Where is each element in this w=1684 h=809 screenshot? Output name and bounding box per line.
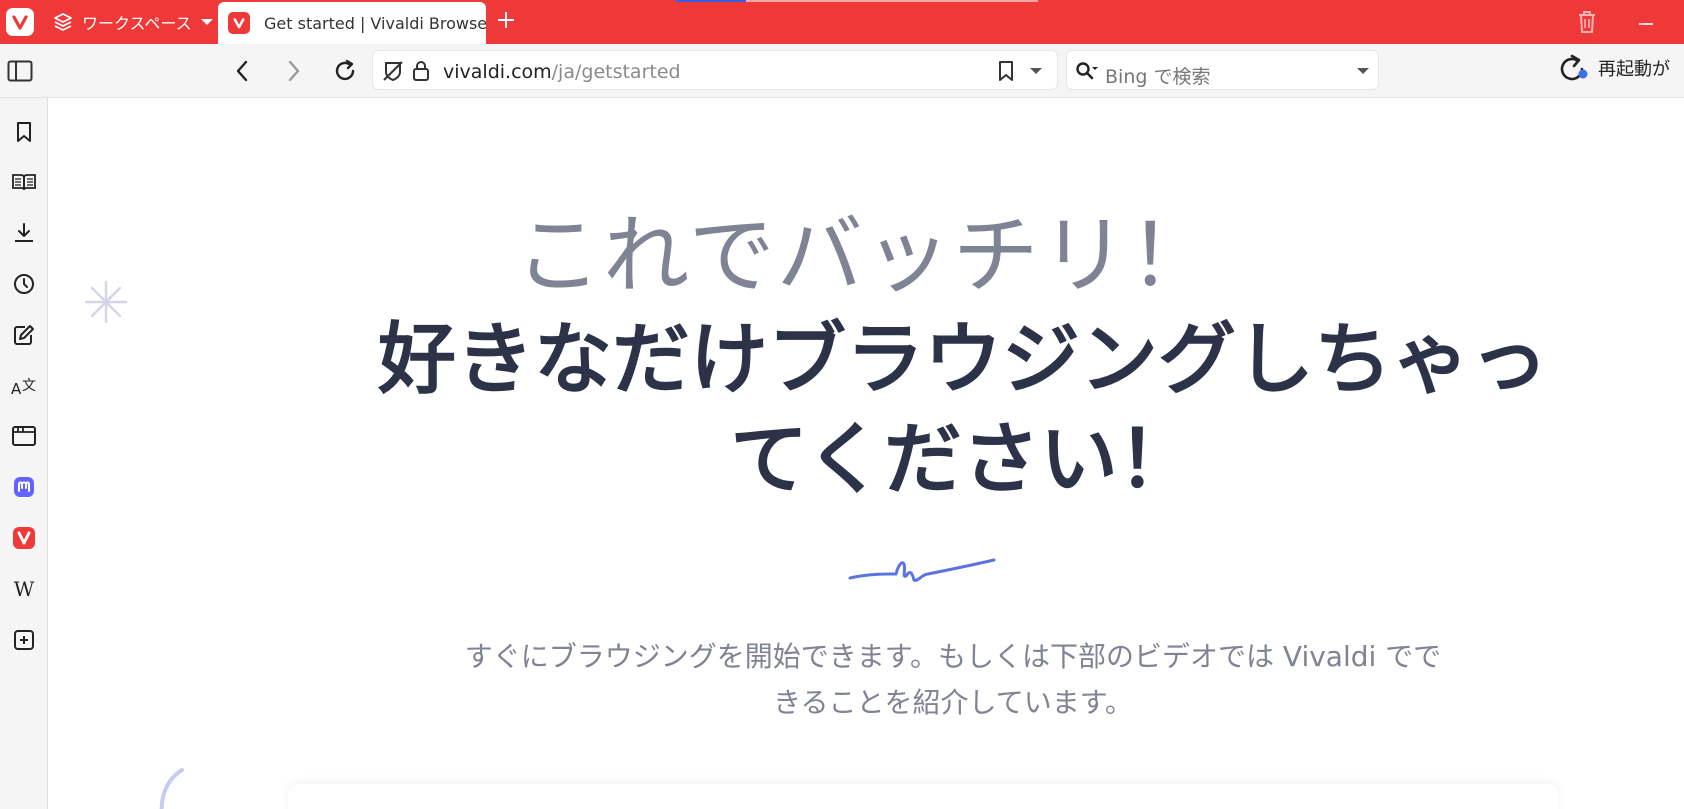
- sidebar-item-reading-list[interactable]: [8, 166, 40, 198]
- restart-update-button[interactable]: 再起動が: [1556, 52, 1670, 84]
- url-path: /ja/getstarted: [551, 61, 681, 83]
- sidebar-item-bookmarks[interactable]: [8, 116, 40, 148]
- loading-progress: [676, 0, 746, 2]
- svg-text:A: A: [11, 380, 22, 398]
- workspace-switcher[interactable]: ワークスペース: [52, 8, 214, 36]
- tracker-blocker-icon[interactable]: [381, 59, 405, 83]
- chevron-down-icon: [200, 19, 213, 25]
- page-description-line2: きることを紹介しています。: [773, 686, 1133, 719]
- book-icon: [12, 174, 36, 191]
- sidebar-item-translate[interactable]: A 文: [8, 370, 40, 402]
- page-heading-light: これでバッチリ！: [515, 206, 1217, 306]
- minimize-button[interactable]: [1636, 10, 1656, 34]
- vivaldi-logo-icon: [12, 15, 28, 30]
- plus-icon: [498, 12, 514, 28]
- url-host: vivaldi.com: [443, 61, 552, 83]
- minimize-icon: [1639, 23, 1653, 25]
- vivaldi-menu-button[interactable]: [6, 8, 34, 36]
- chevron-down-icon[interactable]: [1029, 66, 1043, 76]
- bookmark-icon: [17, 122, 31, 142]
- squiggle-divider-icon: [848, 558, 996, 582]
- lock-icon[interactable]: [411, 59, 431, 83]
- page-heading-bold-line2: てください！: [730, 415, 1196, 505]
- bookmark-page-icon[interactable]: [997, 60, 1015, 82]
- trash-icon: [1579, 11, 1595, 33]
- page-description-line1: すぐにブラウジングを開始できます。もしくは下部のビデオでは Vivaldi でで: [464, 640, 1442, 673]
- chevron-down-icon[interactable]: [1356, 66, 1370, 76]
- page-heading-bold: 好きなだけブラウジングしちゃっ てください！: [298, 310, 1628, 510]
- forward-icon: [288, 60, 300, 82]
- closed-tabs-button[interactable]: [1576, 10, 1598, 38]
- window-icon: [12, 426, 36, 446]
- sidebar-item-history[interactable]: [8, 268, 40, 300]
- mastodon-icon: [14, 477, 34, 497]
- wikipedia-icon: W: [13, 577, 35, 601]
- sidebar-item-mastodon[interactable]: [8, 471, 40, 503]
- translate-icon: A 文: [11, 378, 36, 398]
- tab-get-started[interactable]: Get started | Vivaldi Browser: [218, 2, 486, 44]
- reload-button[interactable]: [330, 56, 360, 86]
- restart-label: 再起動が: [1598, 59, 1670, 80]
- web-content: これでバッチリ！ 好きなだけブラウジングしちゃっ てください！ すぐにブラウジン…: [48, 98, 1684, 809]
- back-icon: [236, 60, 248, 82]
- panel-toggle-button[interactable]: [6, 57, 34, 85]
- sidebar-item-downloads[interactable]: [8, 217, 40, 249]
- layers-icon: [54, 13, 72, 31]
- address-field[interactable]: vivaldi.com/ja/getstarted: [372, 50, 1058, 90]
- svg-text:文: 文: [22, 378, 36, 394]
- forward-button[interactable]: [280, 56, 308, 86]
- page-description: すぐにブラウジングを開始できます。もしくは下部のビデオでは Vivaldi でで…: [378, 634, 1528, 726]
- tab-title: Get started | Vivaldi Browser: [264, 13, 486, 33]
- sidebar-item-add-panel[interactable]: [8, 624, 40, 656]
- search-field[interactable]: Bing で検索: [1066, 50, 1379, 90]
- clock-icon: [14, 274, 34, 294]
- sidebar-item-wikipedia[interactable]: W: [8, 573, 40, 605]
- tab-bar: ワークスペース Get started | Vivaldi Browser: [0, 0, 1684, 44]
- download-icon: [15, 223, 33, 242]
- restart-icon: [1560, 54, 1588, 81]
- add-icon: [14, 630, 34, 650]
- loading-progress-track: [746, 0, 1038, 2]
- search-icon: [1076, 62, 1098, 80]
- vivaldi-favicon-icon: [228, 12, 250, 34]
- arc-decoration-icon: [159, 768, 184, 809]
- side-panel: A 文 W: [0, 98, 48, 809]
- sidebar-item-notes[interactable]: [8, 319, 40, 351]
- workspace-label: ワークスペース: [82, 14, 192, 33]
- search-placeholder: Bing で検索: [1105, 66, 1211, 88]
- page-heading-bold-line1: 好きなだけブラウジングしちゃっ: [377, 315, 1548, 405]
- sidebar-item-vivaldi[interactable]: [8, 522, 40, 554]
- notes-icon: [14, 325, 34, 345]
- reload-icon: [335, 59, 355, 81]
- vivaldi-icon: [13, 527, 35, 549]
- new-tab-button[interactable]: [496, 10, 516, 34]
- back-button[interactable]: [228, 56, 256, 86]
- url-text[interactable]: vivaldi.com/ja/getstarted: [443, 61, 681, 83]
- sidebar-item-window[interactable]: [8, 420, 40, 452]
- address-toolbar: vivaldi.com/ja/getstarted Bing で検索 再起動が: [0, 44, 1684, 98]
- panel-toggle-icon: [7, 60, 33, 82]
- video-card: [288, 784, 1558, 809]
